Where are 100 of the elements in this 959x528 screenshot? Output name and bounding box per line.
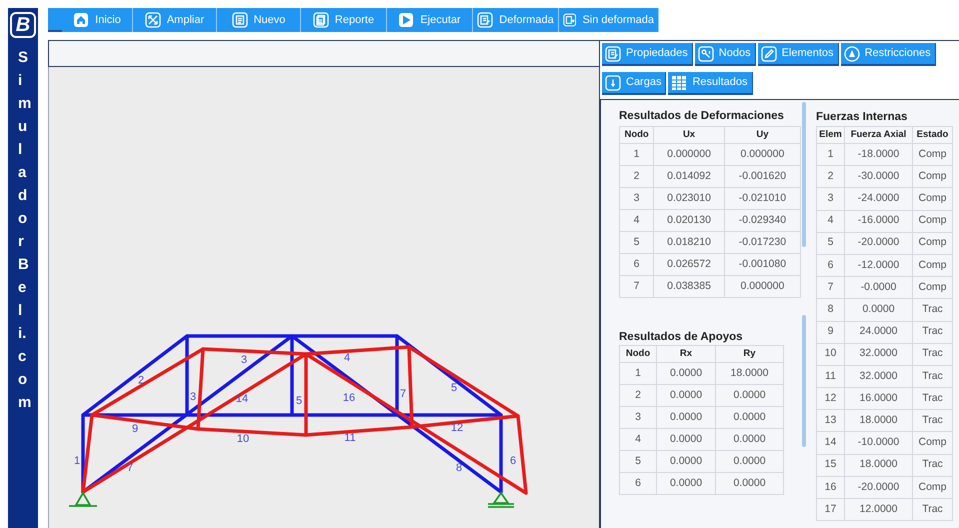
section-title: Resultados de Apoyos — [619, 330, 744, 345]
table-cell: 0.0000 — [656, 384, 716, 406]
table-cell: Trac — [912, 298, 952, 321]
table-cell: 5 — [816, 232, 844, 254]
table-cell: 0.020130 — [654, 210, 724, 232]
table-cell: Comp — [912, 188, 952, 210]
table-cell: 0.0000 — [716, 450, 784, 472]
scroll-bar[interactable] — [802, 102, 806, 247]
member-label: 8 — [456, 462, 462, 474]
table-cell: -0.021010 — [724, 188, 800, 210]
table-cell: 3 — [620, 188, 654, 210]
logo: B — [10, 12, 36, 38]
table-cell: Comp — [912, 476, 952, 498]
panel-tab[interactable]: Elementos — [758, 43, 839, 66]
scroll-bar[interactable] — [802, 315, 806, 447]
toolbar-button[interactable]: Reporte — [301, 8, 387, 32]
member-label: 10 — [236, 433, 250, 445]
table-cell: 2 — [620, 166, 654, 188]
table-cell: Trac — [912, 498, 952, 521]
table-cell: 9 — [816, 321, 844, 344]
pencil-icon — [760, 46, 777, 62]
column-header: Elem — [816, 126, 844, 144]
column-header: Estado — [912, 126, 952, 144]
column-header: Uy — [724, 126, 800, 144]
toolbar-button[interactable]: Sin deformada — [559, 8, 659, 32]
toolbar-button[interactable]: Ampliar — [133, 8, 217, 32]
table-cell: 1 — [620, 144, 654, 166]
table-cell: 16 — [816, 476, 844, 498]
table-cell: Trac — [912, 454, 952, 476]
member-label: 7 — [126, 462, 134, 474]
roller-support-icon — [487, 492, 515, 508]
table-cell: 8 — [816, 298, 844, 321]
member-label: 12 — [450, 422, 464, 434]
document-edit-icon — [477, 12, 494, 28]
grid-icon — [671, 74, 688, 90]
pin-support-icon — [68, 492, 98, 507]
table-cell: -20.0000 — [844, 476, 912, 498]
document-icon — [232, 12, 248, 28]
member-label: 3 — [240, 354, 248, 366]
member-label: 5 — [296, 395, 302, 407]
table-cell: Comp — [912, 232, 952, 254]
table-cell: Comp — [912, 276, 952, 299]
panel-tab[interactable]: Cargas — [602, 72, 666, 95]
table-cell: 0.018210 — [654, 232, 724, 254]
section-title: Fuerzas Internas — [816, 110, 908, 125]
table-cell: 15 — [816, 454, 844, 476]
table-cell: 12.0000 — [844, 498, 912, 521]
table-cell: 0.0000 — [716, 428, 784, 450]
table-cell: 0.000000 — [654, 144, 724, 166]
toolbar-button[interactable]: Ejecutar — [387, 8, 473, 32]
section-title: Resultados de Deformaciones — [619, 109, 785, 124]
table-cell: 18.0000 — [844, 410, 912, 432]
table-cell: 0.0000 — [656, 472, 716, 494]
panel-tab[interactable]: Nodos — [694, 43, 756, 66]
member-label: 14 — [236, 393, 248, 405]
table-cell: 0.0000 — [844, 298, 912, 321]
column-header: Ry — [716, 346, 784, 362]
table-cell: 12 — [816, 388, 844, 410]
table-cell: 1 — [816, 144, 844, 166]
table-cell: 7 — [816, 276, 844, 299]
member-label: 9 — [132, 423, 138, 435]
toolbar-button[interactable]: Inicio — [62, 8, 133, 32]
table-cell: 0.014092 — [654, 166, 724, 188]
table-cell: 18.0000 — [716, 362, 784, 384]
table-cell: -12.0000 — [844, 254, 912, 277]
panel-tab[interactable]: Restricciones — [840, 43, 936, 66]
table-cell: 13 — [816, 410, 844, 432]
table-cell: -0.029340 — [724, 210, 800, 232]
brand-text: SimuladorBeli.com — [18, 48, 28, 413]
table-cell: 0.023010 — [654, 188, 724, 210]
table-cell: Trac — [912, 343, 952, 366]
table-cell: Comp — [912, 254, 952, 277]
toolbar-button[interactable]: Nuevo — [217, 8, 301, 32]
table-cell: 4 — [816, 210, 844, 232]
table-cell: 0.000000 — [724, 144, 800, 166]
toolbar-button[interactable]: Deformada — [473, 8, 559, 32]
table-cell: -16.0000 — [844, 210, 912, 232]
table-cell: 0.038385 — [654, 276, 724, 298]
panel-tab[interactable]: Propiedades — [602, 43, 693, 66]
table-cell: 3 — [816, 188, 844, 210]
table-cell: Trac — [912, 365, 952, 388]
play-icon — [398, 12, 414, 28]
table-cell: -24.0000 — [844, 188, 912, 210]
table-cell: 6 — [816, 254, 844, 277]
table-cell: 10 — [816, 343, 844, 366]
column-header: Ux — [654, 126, 724, 144]
column-header: Fuerza Axial — [844, 126, 912, 144]
table-cell: 0.0000 — [656, 450, 716, 472]
member-label: 1 — [74, 455, 80, 467]
member-label: 11 — [344, 432, 356, 444]
panel-tab[interactable]: Resultados — [668, 72, 753, 95]
table-cell: Comp — [912, 210, 952, 232]
table-cell: 0.026572 — [654, 254, 724, 276]
table-cell: 0.0000 — [716, 472, 784, 494]
member-label: 4 — [344, 352, 350, 364]
table-cell: 1 — [620, 362, 656, 384]
table-cell: 0.0000 — [656, 406, 716, 428]
table-cell: 6 — [620, 254, 654, 276]
table-cell: -0.017230 — [724, 232, 800, 254]
table-cell: Comp — [912, 144, 952, 166]
